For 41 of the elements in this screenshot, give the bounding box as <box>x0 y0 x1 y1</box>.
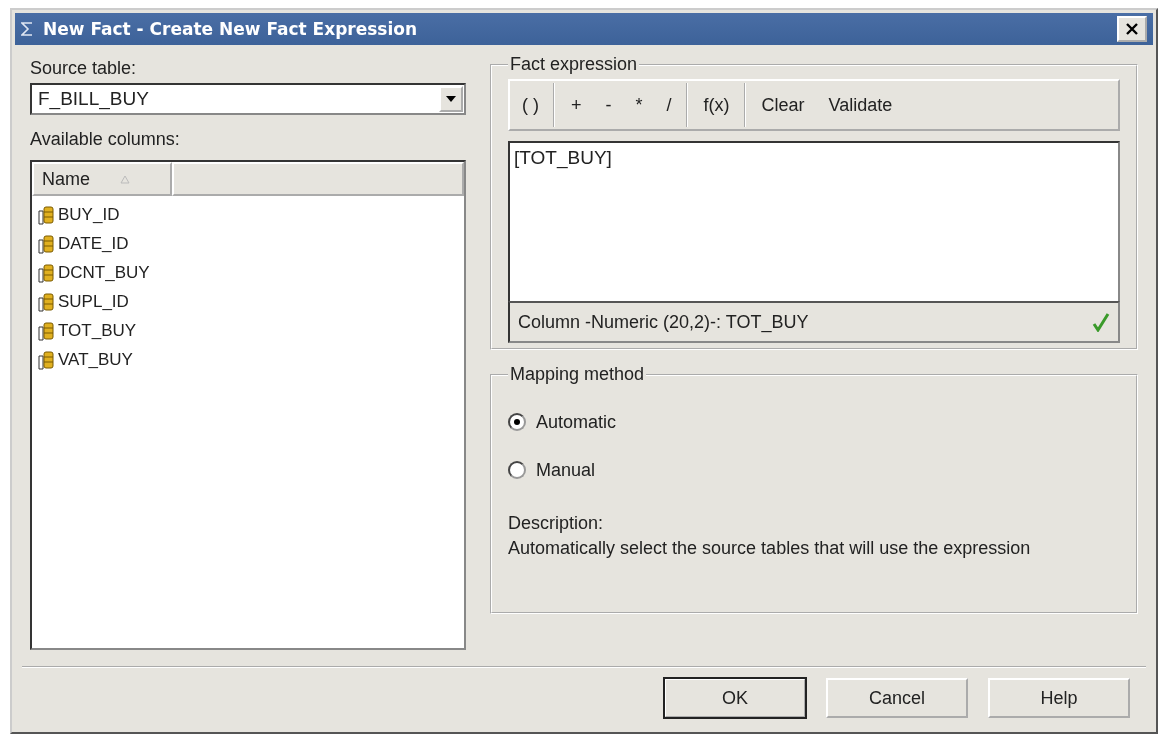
database-column-icon <box>38 204 56 225</box>
column-list-item[interactable]: BUY_ID <box>38 200 458 229</box>
dialog-button[interactable]: Help <box>988 678 1130 718</box>
source-table-dropdown[interactable]: F_BILL_BUY <box>30 83 466 115</box>
radio-option[interactable]: Automatic <box>508 407 1120 437</box>
close-button[interactable] <box>1117 16 1147 42</box>
expression-editor[interactable]: [TOT_BUY] <box>508 141 1120 301</box>
column-list-item[interactable]: TOT_BUY <box>38 316 458 345</box>
available-columns-label: Available columns: <box>30 128 181 151</box>
description-text: Automatically select the source tables that will use the expression <box>508 538 1032 559</box>
toolbar-button[interactable]: f(x) <box>691 94 742 116</box>
column-header[interactable]: Name <box>32 162 172 196</box>
group-title: Mapping method <box>509 364 646 385</box>
column-list-item[interactable]: DATE_ID <box>38 229 458 258</box>
source-table-label: Source table: <box>30 57 138 80</box>
toolbar-button[interactable]: - <box>593 94 624 116</box>
close-icon[interactable] <box>1125 22 1139 36</box>
status-text: Column -Numeric (20,2)-: TOT_BUY <box>518 311 809 333</box>
dialog-button[interactable]: Cancel <box>826 678 968 718</box>
database-column-icon <box>38 233 56 254</box>
window-title: New Fact - Create New Fact Expression <box>43 19 419 39</box>
radio-button[interactable] <box>508 413 526 431</box>
toolbar-button[interactable]: Validate <box>816 94 905 116</box>
toolbar-button[interactable]: * <box>623 94 655 116</box>
description-label: Description: <box>508 513 605 534</box>
database-column-icon <box>38 291 56 312</box>
toolbar-button[interactable]: Clear <box>749 94 817 116</box>
column-list-item[interactable]: VAT_BUY <box>38 345 458 374</box>
radio-option[interactable]: Manual <box>508 455 1120 485</box>
database-column-icon <box>38 320 56 341</box>
column-list-item[interactable]: DCNT_BUY <box>38 258 458 287</box>
radio-button[interactable] <box>508 461 526 479</box>
toolbar-button[interactable]: / <box>654 94 684 116</box>
group-title: Fact expression <box>509 54 639 75</box>
toolbar-button[interactable]: ( ) <box>510 94 551 116</box>
database-column-icon <box>38 349 56 370</box>
database-column-icon <box>38 262 56 283</box>
toolbar-button[interactable]: + <box>559 94 594 116</box>
sigma-icon <box>21 21 33 37</box>
column-list-item[interactable]: SUPL_ID <box>38 287 458 316</box>
dialog-button[interactable]: OK <box>664 678 806 718</box>
